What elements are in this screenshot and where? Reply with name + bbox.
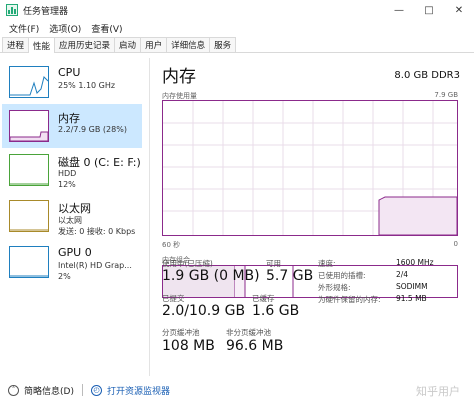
tab-details[interactable]: 详细信息 — [166, 37, 211, 52]
nonpaged-pool-value: 96.6 MB — [226, 338, 284, 354]
sidebar-item-subtitle: 25% 1.10 GHz — [58, 81, 116, 90]
watermark: 知乎用户 — [416, 385, 460, 398]
speed-value: 1600 MHz — [396, 258, 434, 267]
speed-key: 速度: — [318, 259, 336, 268]
menu-file[interactable]: 文件(F) — [4, 22, 44, 35]
footer-bar: ˄ 简略信息(D) ◴ 打开资源监视器 知乎用户 — [0, 376, 474, 404]
graph-time-right: 0 — [453, 240, 458, 248]
sidebar-item-detail: 12% — [58, 180, 76, 189]
cached-value: 1.6 GB — [252, 303, 300, 319]
memory-detail-panel: 内存 8.0 GB DDR3 内存使用量 7.9 GB 60 秒 0 内存组合 — [162, 62, 462, 374]
sidebar-item-ethernet[interactable]: 以太网 以太网 发送: 0 接收: 0 Kbps — [2, 194, 142, 238]
window-title: 任务管理器 — [23, 6, 69, 17]
in-use-value: 1.9 GB (0 MB) — [162, 268, 260, 284]
fewer-details-button[interactable]: ˄ 简略信息(D) — [8, 384, 74, 397]
tab-app-history[interactable]: 应用历史记录 — [54, 37, 116, 52]
tab-services[interactable]: 服务 — [209, 37, 237, 52]
graph-time-left: 60 秒 — [162, 241, 181, 249]
open-resource-monitor-link[interactable]: ◴ 打开资源监视器 — [90, 384, 170, 397]
sidebar-item-detail: 发送: 0 接收: 0 Kbps — [58, 227, 136, 236]
tab-startup[interactable]: 启动 — [114, 37, 142, 52]
memory-spec: 8.0 GB DDR3 — [394, 70, 460, 81]
page-title: 内存 — [162, 67, 196, 87]
sidebar-item-title: 以太网 — [58, 202, 91, 215]
resource-monitor-icon: ◴ — [90, 384, 102, 396]
slots-key: 已使用的插槽: — [318, 271, 366, 280]
resource-sidebar: CPU 25% 1.10 GHz 内存 2.2/7.9 GB (28%) 磁盘 … — [0, 58, 150, 376]
tab-users[interactable]: 用户 — [140, 37, 168, 52]
sidebar-item-subtitle: HDD — [58, 169, 77, 178]
paged-pool-label: 分页缓冲池 — [162, 328, 200, 337]
menu-bar: 文件(F) 选项(O) 查看(V) — [0, 21, 128, 36]
ethernet-thumbnail — [9, 200, 49, 232]
title-bar: 任务管理器 — □ ✕ — [0, 0, 474, 20]
tab-performance[interactable]: 性能 — [28, 37, 56, 53]
form-factor-key: 外形规格: — [318, 283, 351, 292]
resource-monitor-label: 打开资源监视器 — [106, 386, 170, 397]
sidebar-item-title: 磁盘 0 (C: E: F:) — [58, 156, 141, 169]
minimize-button[interactable]: — — [384, 0, 414, 20]
menu-options[interactable]: 选项(O) — [44, 22, 86, 35]
sidebar-item-subtitle: 以太网 — [58, 216, 82, 225]
paged-pool-value: 108 MB — [162, 338, 215, 354]
slots-value: 2/4 — [396, 270, 409, 279]
sidebar-item-detail: 2% — [58, 272, 71, 281]
gpu-thumbnail — [9, 246, 49, 278]
sidebar-item-disk[interactable]: 磁盘 0 (C: E: F:) HDD 12% — [2, 148, 142, 192]
usage-graph-max: 7.9 GB — [434, 91, 458, 99]
sidebar-item-title: GPU 0 — [58, 246, 92, 259]
sidebar-item-title: 内存 — [58, 112, 80, 125]
nonpaged-pool-label: 非分页缓冲池 — [226, 328, 271, 337]
chevron-up-icon: ˄ — [8, 384, 19, 396]
form-factor-value: SODIMM — [396, 282, 428, 291]
sidebar-item-title: CPU — [58, 66, 81, 79]
hardware-reserved-key: 为硬件保留的内存: — [318, 295, 381, 304]
sidebar-item-subtitle: Intel(R) HD Grap... — [58, 261, 132, 270]
cpu-thumbnail — [9, 66, 49, 98]
sidebar-item-cpu[interactable]: CPU 25% 1.10 GHz — [2, 60, 142, 104]
tab-bar: 进程 性能 应用历史记录 启动 用户 详细信息 服务 — [0, 37, 474, 53]
menu-view[interactable]: 查看(V) — [86, 22, 127, 35]
memory-thumbnail — [9, 110, 49, 142]
sidebar-item-memory[interactable]: 内存 2.2/7.9 GB (28%) — [2, 104, 142, 148]
sidebar-item-subtitle: 2.2/7.9 GB (28%) — [58, 125, 127, 134]
tab-processes[interactable]: 进程 — [2, 37, 30, 52]
maximize-button[interactable]: □ — [414, 0, 444, 20]
memory-usage-graph — [162, 100, 458, 236]
task-manager-icon — [6, 4, 18, 16]
available-value: 5.7 GB — [266, 268, 314, 284]
footer-divider — [81, 384, 83, 396]
hardware-reserved-value: 91.5 MB — [396, 294, 427, 303]
disk-thumbnail — [9, 154, 49, 186]
usage-graph-svg — [163, 101, 458, 236]
close-button[interactable]: ✕ — [444, 0, 474, 20]
fewer-details-label: 简略信息(D) — [24, 386, 74, 397]
sidebar-item-gpu[interactable]: GPU 0 Intel(R) HD Grap... 2% — [2, 240, 142, 284]
committed-value: 2.0/10.9 GB — [162, 303, 246, 319]
